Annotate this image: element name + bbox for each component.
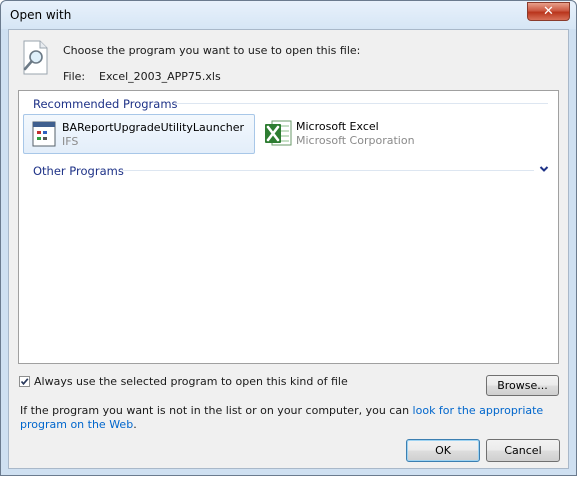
program-publisher: IFS <box>62 135 79 148</box>
cancel-button[interactable]: Cancel <box>486 439 560 462</box>
program-publisher: Microsoft Corporation <box>296 134 415 147</box>
prompt-text: Choose the program you want to use to op… <box>63 44 361 57</box>
help-message: If the program you want is not in the li… <box>20 404 413 417</box>
magnifier-document-icon <box>23 40 48 75</box>
group-divider <box>175 103 548 104</box>
browse-button[interactable]: Browse... <box>486 375 559 396</box>
chevron-down-icon[interactable] <box>538 163 550 175</box>
file-name: Excel_2003_APP75.xls <box>99 70 221 83</box>
open-with-dialog: Open with ✕ Choose the program you want … <box>0 0 577 476</box>
title-bar[interactable]: Open with ✕ <box>1 1 576 29</box>
program-item-bareportupgradeutilitylauncher[interactable]: BAReportUpgradeUtilityLauncher IFS <box>23 114 255 154</box>
ok-button[interactable]: OK <box>406 439 480 462</box>
other-programs-header[interactable]: Other Programs <box>33 164 124 178</box>
always-use-checkbox[interactable] <box>19 376 30 387</box>
close-button[interactable]: ✕ <box>527 2 570 21</box>
checkmark-icon <box>20 378 29 386</box>
program-item-microsoft-excel[interactable]: Microsoft Excel Microsoft Corporation <box>258 114 458 154</box>
recommended-programs-header: Recommended Programs <box>33 97 178 111</box>
program-name: BAReportUpgradeUtilityLauncher <box>62 121 245 134</box>
group-divider <box>122 170 534 171</box>
window-title: Open with <box>10 8 72 22</box>
help-text: If the program you want is not in the li… <box>20 404 560 432</box>
dialog-body: Choose the program you want to use to op… <box>8 29 569 469</box>
file-label: File: <box>63 70 86 83</box>
excel-icon <box>265 120 292 146</box>
help-suffix: . <box>133 418 137 431</box>
close-icon: ✕ <box>543 4 554 19</box>
program-name: Microsoft Excel <box>296 120 379 133</box>
program-list[interactable]: Recommended Programs BAReportUpgradeUtil… <box>18 90 559 364</box>
always-use-label[interactable]: Always use the selected program to open … <box>34 375 348 388</box>
app-window-icon <box>32 121 56 147</box>
